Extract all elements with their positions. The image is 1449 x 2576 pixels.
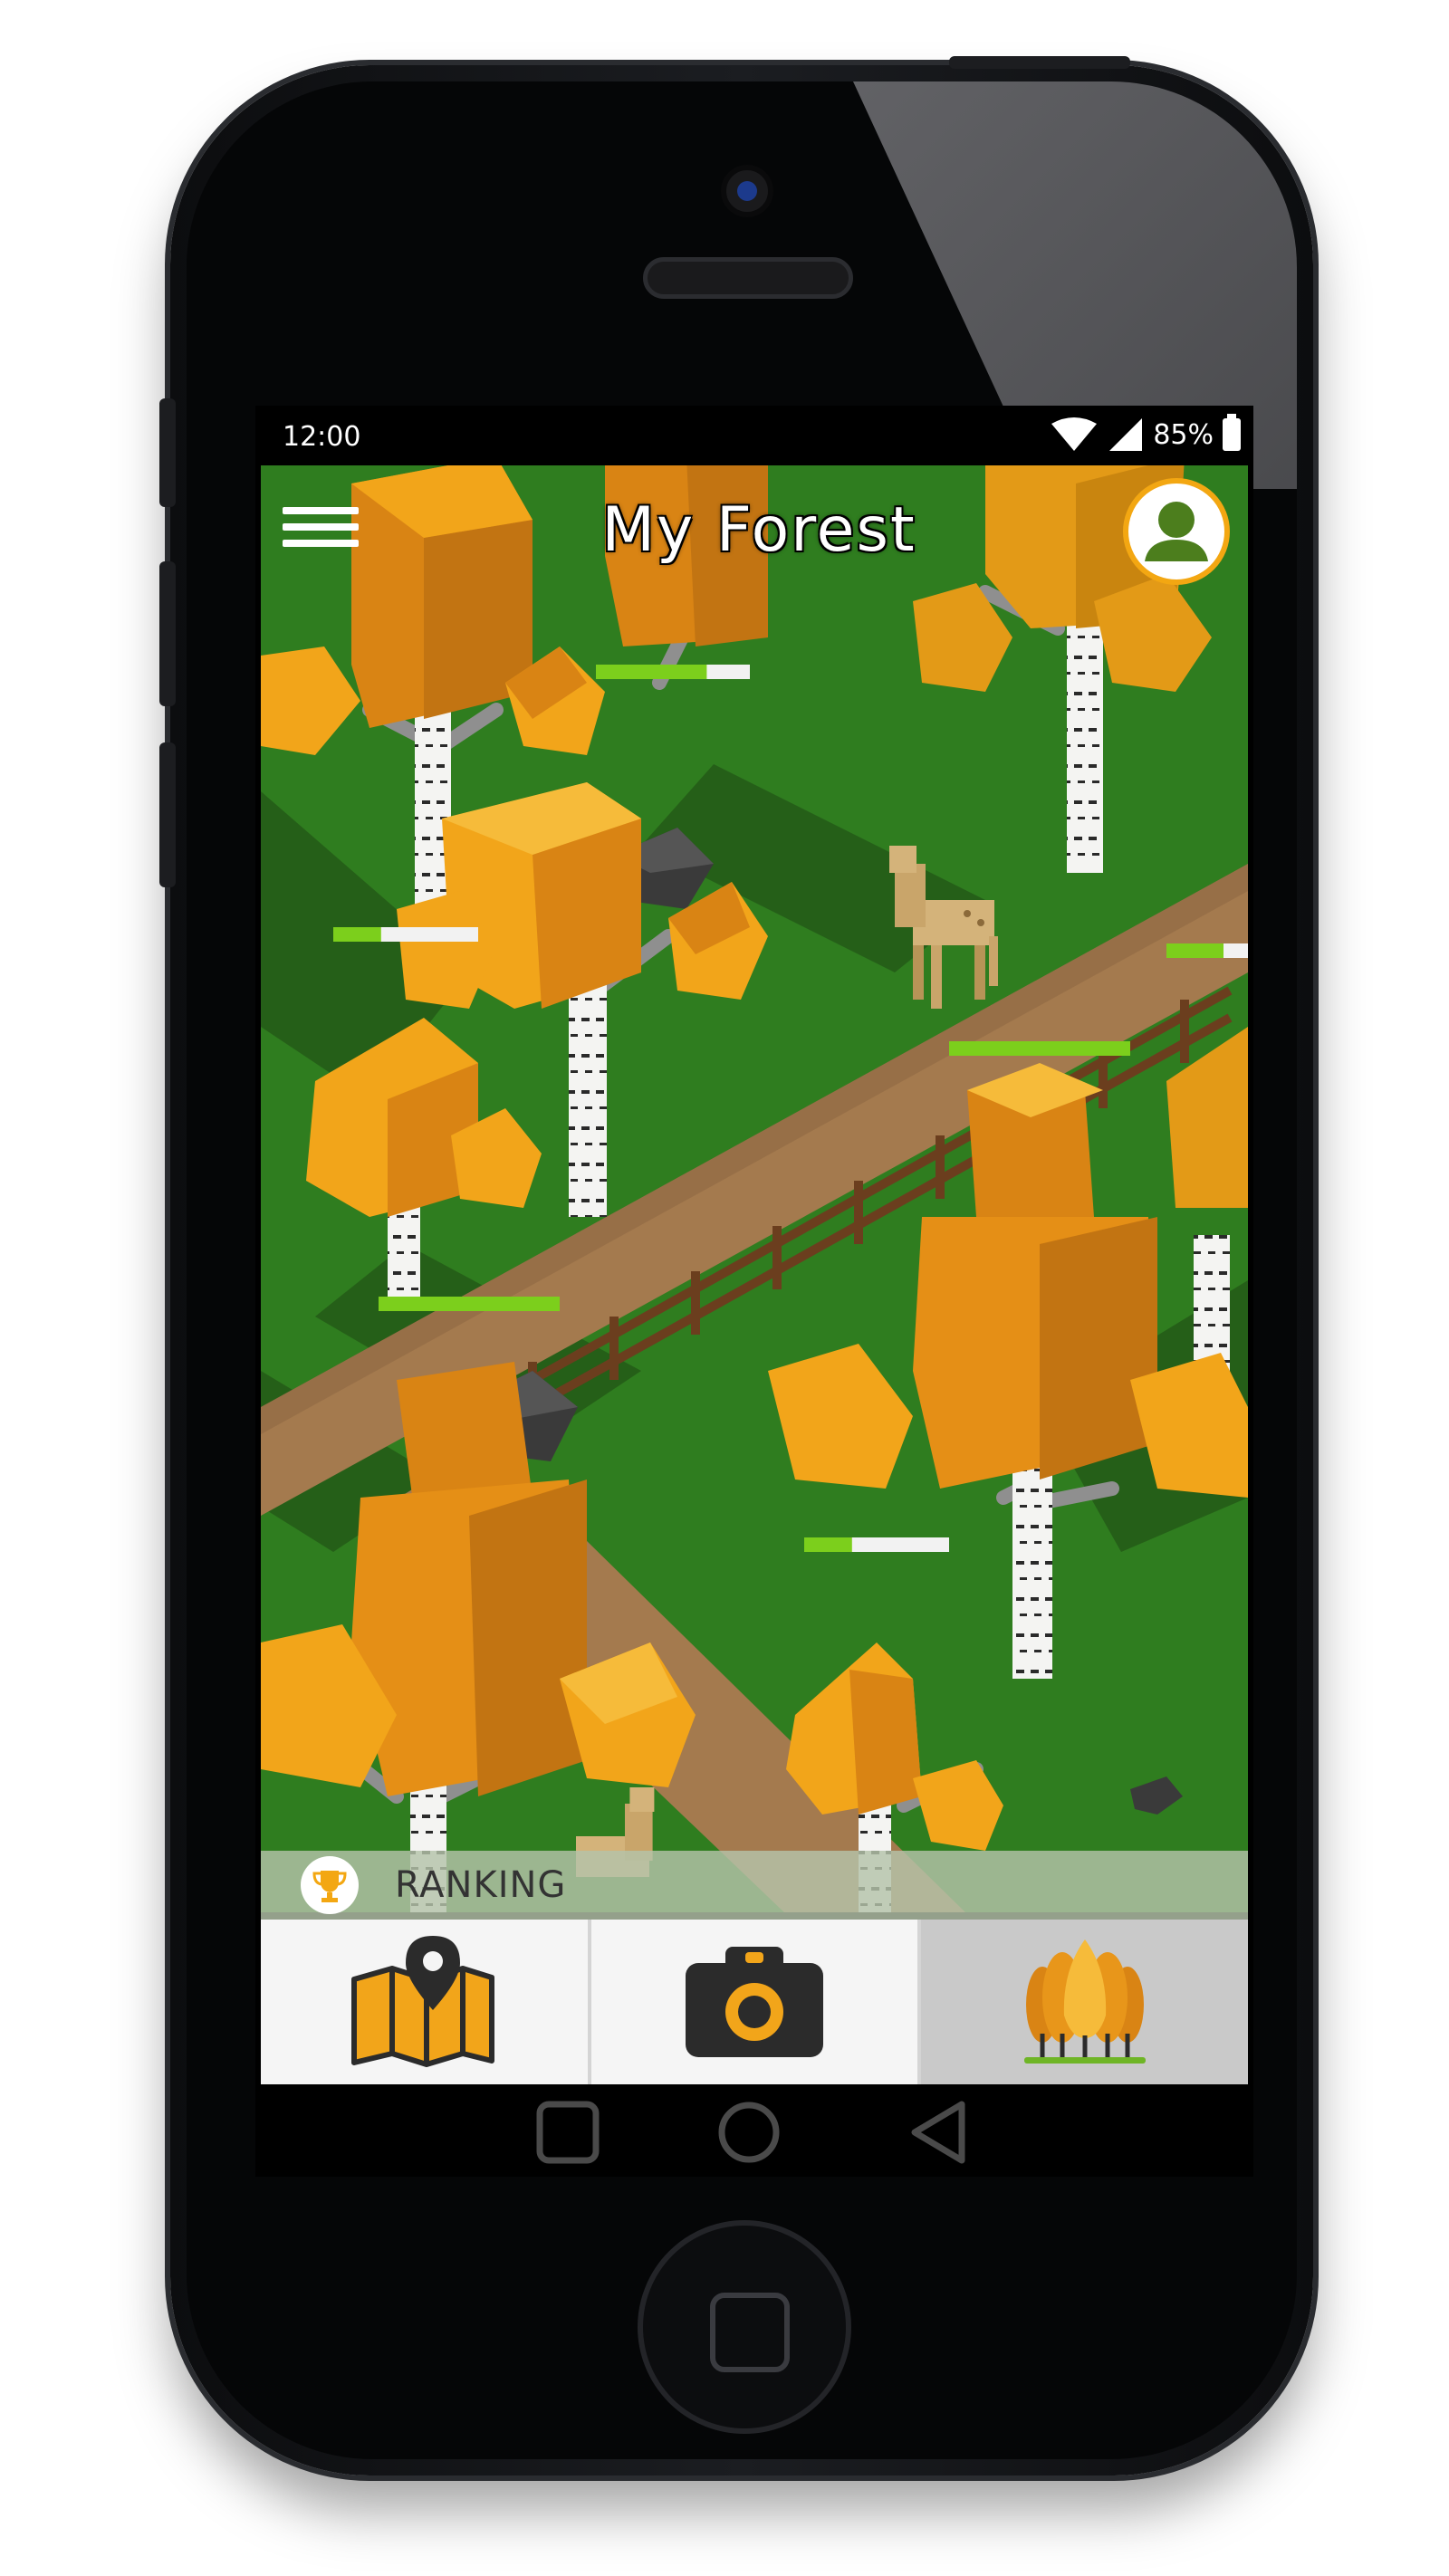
menu-button[interactable] [283, 507, 359, 561]
ranking-label: RANKING [395, 1864, 567, 1906]
mute-switch [159, 398, 176, 507]
user-icon [1145, 502, 1208, 561]
tab-map[interactable] [261, 1920, 591, 2084]
signal-icon [1109, 418, 1143, 451]
status-bar: 12:00 85% [255, 406, 1253, 465]
forest-map [261, 465, 1248, 1912]
camera-icon [686, 1947, 823, 2057]
screen: 12:00 85% My Forest RANKING [255, 406, 1253, 2177]
volume-up-button [159, 561, 176, 706]
tree-foliage [351, 465, 533, 728]
growth-bar-fill [804, 1537, 852, 1552]
profile-avatar[interactable] [1123, 478, 1230, 585]
bottom-tab-bar [261, 1920, 1249, 2084]
page-title: My Forest [601, 494, 916, 566]
tab-camera[interactable] [590, 1920, 922, 2084]
home-button[interactable] [638, 2220, 851, 2434]
growth-bar-fill [949, 1041, 1130, 1056]
front-camera [721, 165, 773, 217]
forest-icon [1023, 1939, 1146, 2064]
map-pin-icon [351, 1936, 495, 2067]
volume-down-button [159, 742, 176, 887]
forest-scene[interactable]: My Forest [261, 465, 1248, 1912]
ranking-bar[interactable]: RANKING [261, 1851, 1248, 1920]
tab-forest[interactable] [921, 1920, 1249, 2084]
battery-percent: 85% [1153, 418, 1214, 451]
growth-bar-fill [1166, 943, 1223, 958]
growth-bar-fill [333, 927, 381, 942]
power-button [949, 56, 1130, 69]
recent-apps-icon[interactable] [536, 2101, 600, 2164]
battery-icon [1223, 414, 1241, 451]
wifi-icon [1051, 417, 1098, 451]
back-icon[interactable] [907, 2101, 971, 2164]
status-time: 12:00 [283, 421, 361, 453]
android-nav-bar [255, 2084, 1253, 2177]
home-circle-icon[interactable] [717, 2101, 781, 2164]
trophy-icon [301, 1856, 359, 1914]
earpiece-speaker [643, 257, 853, 299]
growth-bar-fill [379, 1297, 560, 1311]
growth-bar-fill [596, 665, 707, 679]
